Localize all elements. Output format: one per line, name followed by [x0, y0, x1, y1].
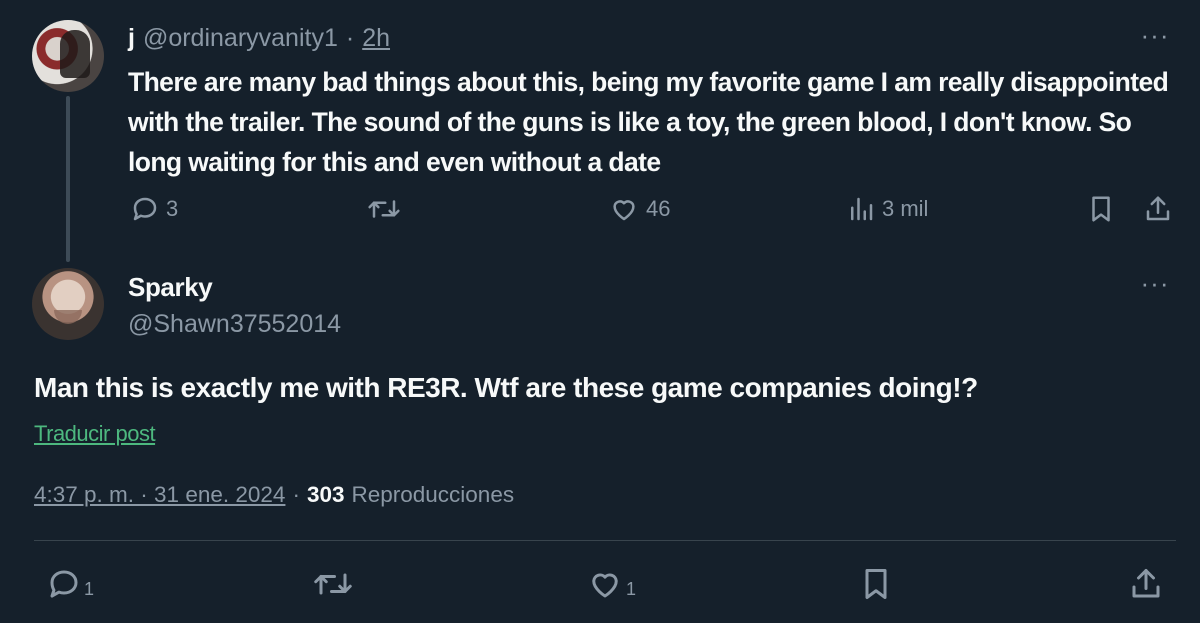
like-count: 46 [646, 196, 671, 221]
bookmark-button[interactable] [1086, 194, 1116, 224]
reply-button[interactable]: 3 [130, 194, 178, 224]
views-label: Reproducciones [351, 482, 515, 507]
relative-time-link[interactable]: 2h [362, 24, 390, 53]
share-button[interactable] [1128, 566, 1164, 602]
share-icon [1146, 196, 1170, 221]
user-handle[interactable]: @ordinaryvanity1 [143, 24, 338, 53]
views-button[interactable]: 3 mil [846, 194, 928, 224]
divider [34, 540, 1176, 541]
user-handle[interactable]: @Shawn37552014 [128, 310, 341, 339]
reply-count: 1 [84, 578, 95, 599]
retweet-icon [314, 573, 352, 595]
like-count: 1 [626, 578, 637, 599]
reply-icon [133, 197, 157, 221]
separator: · [292, 482, 300, 507]
display-name[interactable]: Sparky [128, 272, 213, 303]
views-icon [851, 197, 873, 221]
views-count: 3 mil [882, 196, 929, 221]
display-name[interactable]: j [128, 24, 135, 53]
like-button[interactable]: 1 [586, 566, 636, 602]
retweet-icon [368, 200, 400, 218]
like-icon [613, 200, 635, 221]
parent-reply-action-bar: 3 46 3 mil [0, 190, 1200, 230]
reply-button[interactable]: 1 [46, 566, 94, 602]
more-icon[interactable]: ··· [1140, 270, 1170, 298]
bookmark-button[interactable] [858, 566, 894, 602]
timestamp-link[interactable]: 4:37 p. m. · 31 ene. 2024 [34, 482, 285, 508]
avatar[interactable] [32, 20, 104, 92]
views-count: 303 [306, 482, 345, 507]
reply-count: 3 [166, 196, 179, 221]
parent-reply-text: There are many bad things about this, be… [128, 67, 1169, 177]
like-button[interactable]: 46 [608, 194, 670, 224]
retweet-button[interactable] [366, 194, 408, 224]
avatar[interactable] [32, 268, 104, 340]
tweet-action-bar: 1 1 [0, 566, 1200, 606]
reply-icon [50, 570, 78, 598]
more-icon[interactable]: ··· [1140, 22, 1170, 50]
bookmark-icon [865, 569, 887, 599]
share-button[interactable] [1143, 194, 1173, 224]
tweet-metadata: 4:37 p. m. · 31 ene. 2024 · 303 Reproduc… [34, 482, 514, 508]
tweet-text: Man this is exactly me with RE3R. Wtf ar… [34, 372, 978, 403]
parent-reply-header: j @ordinaryvanity1 · 2h [128, 24, 390, 54]
tweet-thread: j @ordinaryvanity1 · 2h ··· There are ma… [0, 0, 1200, 623]
thread-connector-line [66, 96, 70, 262]
like-icon [592, 573, 618, 598]
share-icon [1132, 569, 1160, 598]
translate-post-link[interactable]: Traducir post [34, 421, 156, 447]
retweet-button[interactable] [312, 566, 360, 602]
separator: · [345, 24, 355, 52]
bookmark-icon [1092, 196, 1110, 222]
